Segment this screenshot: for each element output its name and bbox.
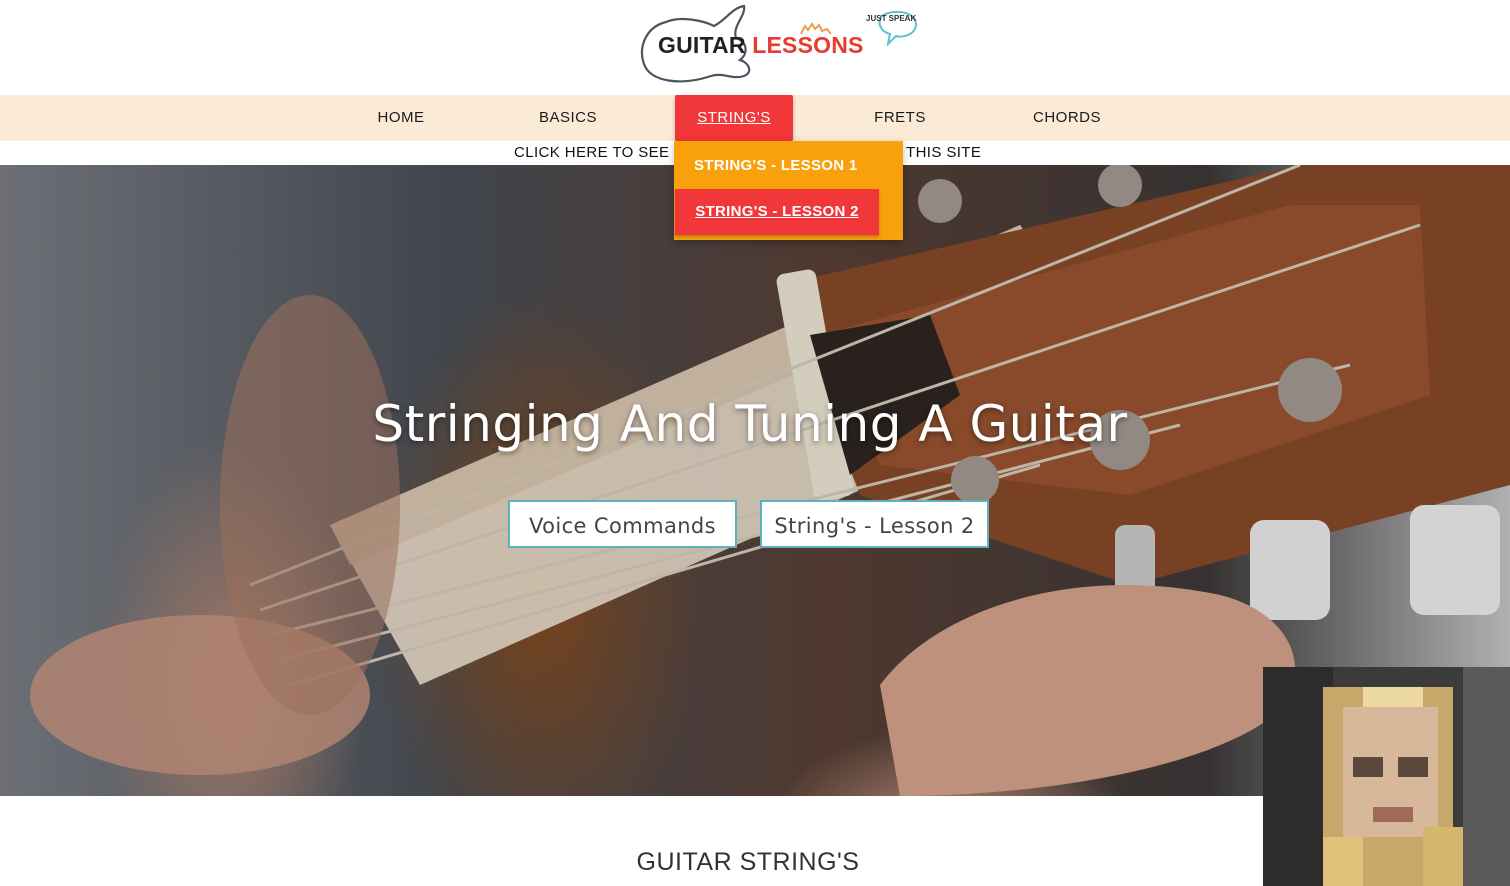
notice-text-left: CLICK HERE TO SEE (514, 144, 670, 161)
voice-commands-button[interactable]: Voice Commands (508, 500, 737, 548)
dropdown-item-lesson-1[interactable]: STRING'S - LESSON 1 (694, 157, 857, 174)
main-nav: HOME BASICS STRING'S FRETS CHORDS (0, 95, 1510, 141)
site-header: GUITAR LESSONS JUST SPEAK (0, 0, 1510, 95)
webcam-feed (1263, 667, 1510, 886)
nav-item-home[interactable]: HOME (355, 95, 447, 141)
strings-lesson-2-button[interactable]: String's - Lesson 2 (760, 500, 989, 548)
logo-wordmark: GUITAR LESSONS (658, 32, 864, 59)
hero-title: Stringing And Tuning A Guitar (372, 395, 1128, 453)
nav-item-chords[interactable]: CHORDS (1014, 95, 1120, 141)
dropdown-item-lesson-2[interactable]: STRING'S - LESSON 2 (675, 189, 879, 235)
just-speak-badge: JUST SPEAK (866, 14, 917, 23)
nav-item-frets[interactable]: FRETS (856, 95, 944, 141)
site-logo[interactable]: GUITAR LESSONS JUST SPEAK (636, 2, 926, 90)
webcam-overlay (1263, 667, 1510, 886)
logo-word-guitar: GUITAR (658, 32, 746, 58)
nav-item-basics[interactable]: BASICS (520, 95, 616, 141)
logo-word-lessons: LESSONS (752, 32, 864, 58)
notice-text-right: THIS SITE (906, 144, 982, 161)
strings-dropdown-menu: STRING'S - LESSON 1 STRING'S - LESSON 2 (674, 141, 903, 240)
nav-item-strings[interactable]: STRING'S (675, 95, 793, 141)
